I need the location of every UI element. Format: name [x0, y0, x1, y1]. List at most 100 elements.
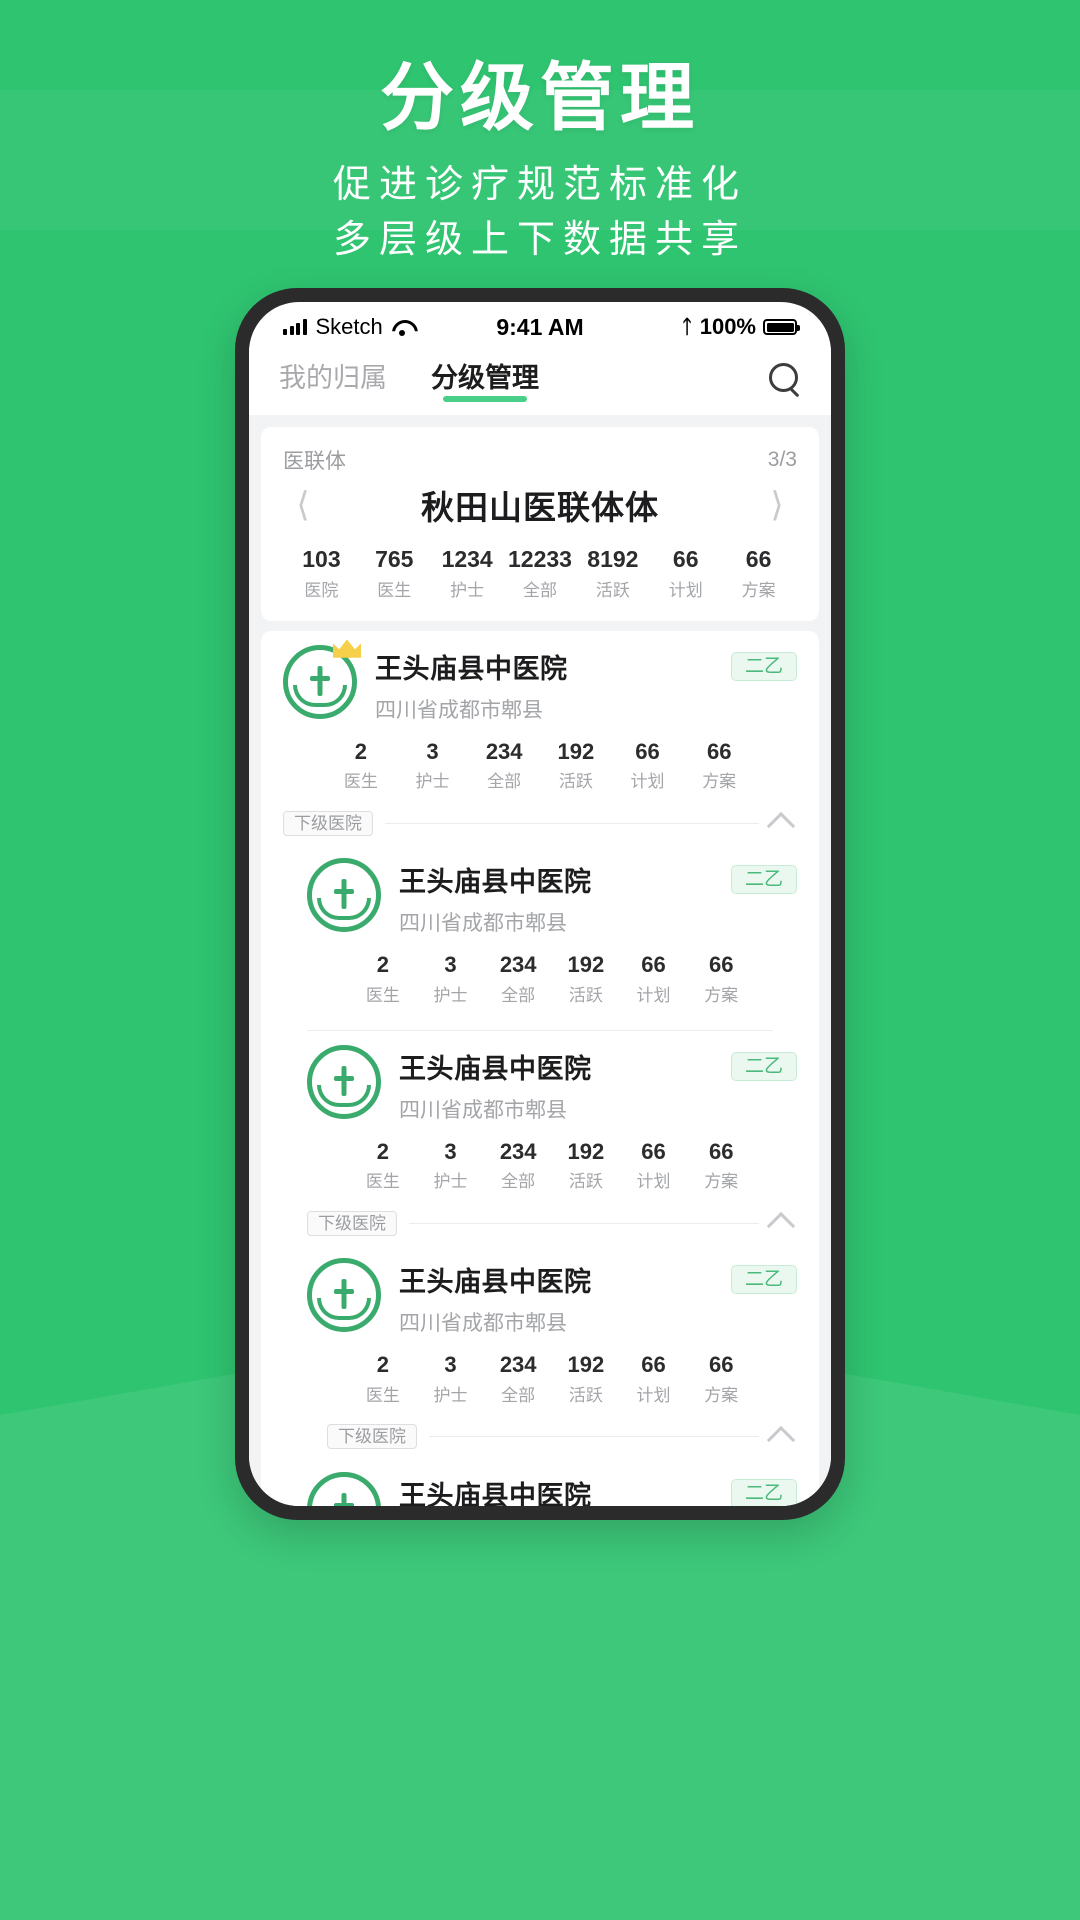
search-icon[interactable]	[769, 362, 801, 395]
chevron-left-icon[interactable]: ⟨	[281, 485, 325, 525]
stat-value: 192	[557, 738, 595, 764]
signal-bars-icon	[283, 319, 307, 335]
stat-item: 66 计划	[612, 738, 684, 793]
stat-value: 66	[708, 952, 734, 978]
stat-item: 3 护士	[417, 1351, 485, 1406]
phone-screen: Sketch 9:41 AM ᛏ 100% 我的归属 分级管理 医联体 3/3	[249, 302, 831, 1506]
stat-item: 3 护士	[397, 738, 469, 793]
stat-item: 3 护士	[417, 951, 485, 1006]
content-scroll-area[interactable]: 医联体 3/3 ⟨ 秋田山医联体体 ⟩ 103 医院 765 医生 1234 护…	[249, 415, 831, 1506]
stat-value: 3	[444, 1352, 457, 1378]
stat-value: 66	[708, 1138, 734, 1164]
logo-cross-icon	[334, 1289, 354, 1295]
stat-label: 方案	[704, 985, 739, 1005]
hospital-info: 王头庙县中医院 二乙 四川省成都市郫县	[381, 1258, 797, 1337]
stat-value: 192	[567, 1352, 605, 1378]
hospital-row[interactable]: 王头庙县中医院 二乙 四川省成都市郫县 2医生 3护士 234全部 192活跃 …	[261, 1031, 819, 1207]
status-badge: 二乙	[730, 1265, 797, 1295]
hospital-name-row: 王头庙县中医院 二乙	[375, 647, 797, 686]
hospital-logo-wrap	[307, 1471, 381, 1506]
chevron-up-icon[interactable]	[766, 812, 796, 841]
promo-subtitle-line-2: 多层级上下数据共享	[332, 219, 747, 262]
hospital-row[interactable]: 王头庙县中医院 二乙 四川省成都市郫县 2医生 3护士 234全部 192活跃 …	[261, 1244, 819, 1420]
hospital-info: 王头庙县中医院 二乙 四川省成都市郫县	[381, 1045, 797, 1124]
sub-hospital-chip: 下级医院	[327, 1424, 417, 1450]
stat-value: 66	[641, 1138, 666, 1164]
chevron-up-icon[interactable]	[766, 1425, 796, 1454]
status-badge: 二乙	[730, 651, 797, 681]
stat-label: 方案	[741, 580, 776, 600]
stat-item: 234 全部	[484, 951, 552, 1006]
alliance-page-counter: 3/3	[767, 448, 797, 471]
page-title: 分级管理	[380, 56, 700, 139]
hospital-logo-icon	[307, 858, 381, 933]
stat-label: 方案	[702, 772, 737, 792]
sub-hospital-separator[interactable]: 下级医院	[261, 1206, 819, 1244]
battery-icon	[763, 319, 800, 335]
stat-item: 66 计划	[620, 1138, 688, 1193]
stat-value: 3	[426, 738, 439, 764]
hospital-name-row: 王头庙县中医院 二乙	[399, 1047, 797, 1086]
status-bar: Sketch 9:41 AM ᛏ 100%	[249, 302, 831, 348]
stat-item: 103 医院	[285, 545, 358, 601]
stat-item: 192 活跃	[552, 951, 620, 1006]
promo-subtitle-line-1: 促进诊疗规范标准化	[332, 163, 747, 206]
crown-icon	[333, 639, 361, 658]
tab-my-affiliation[interactable]: 我的归属	[279, 356, 387, 401]
chevron-right-icon[interactable]: ⟩	[755, 485, 799, 525]
separator-line	[429, 1436, 759, 1438]
stat-label: 计划	[636, 985, 671, 1005]
stat-item: 1234 护士	[431, 545, 504, 601]
hospital-info: 王头庙县中医院 二乙 四川省成都市郫县	[381, 1472, 797, 1506]
stat-item: 66 计划	[620, 951, 688, 1006]
stat-item: 2 医生	[349, 1138, 417, 1193]
stat-value: 192	[567, 1138, 605, 1164]
stat-label: 全部	[501, 1385, 536, 1405]
stat-item: 234 全部	[484, 1351, 552, 1406]
battery-percent-label: 100%	[699, 314, 756, 339]
sub-hospital-separator[interactable]: 下级医院	[261, 1420, 819, 1458]
hospital-row[interactable]: 王头庙县中医院 二乙 四川省成都市郫县 2医生 3护士 234全部 192活跃 …	[261, 844, 819, 1020]
alliance-stats: 103 医院 765 医生 1234 护士 12233 全部 8192 活跃 6…	[261, 535, 819, 621]
sub-hospital-separator[interactable]: 下级医院	[261, 806, 819, 844]
hospital-name-row: 王头庙县中医院 二乙	[399, 860, 797, 899]
hospital-logo-wrap	[307, 1258, 381, 1333]
stat-label: 全部	[501, 985, 536, 1005]
hospital-row[interactable]: 王头庙县中医院 二乙 四川省成都市郫县 2医生 3护士 234全部 192活跃 …	[261, 1458, 819, 1506]
carrier-label: Sketch	[315, 314, 383, 339]
hospital-address: 四川省成都市郫县	[375, 698, 543, 722]
alliance-label: 医联体	[283, 450, 346, 473]
hospital-stats: 2 医生 3 护士 234 全部 192 活跃 66 计划 66 方案	[307, 1124, 797, 1201]
stat-label: 计划	[668, 580, 703, 600]
stat-label: 医生	[377, 580, 412, 600]
tab-tiered-management[interactable]: 分级管理	[431, 356, 539, 402]
chevron-up-icon[interactable]	[766, 1212, 796, 1241]
hospital-stats: 2 医生 3 护士 234 全部 192 活跃 66 计划 66 方案	[283, 724, 797, 801]
hospital-row[interactable]: 王头庙县中医院 二乙 四川省成都市郫县 2医生 3护士 234全部 192活跃 …	[261, 631, 819, 807]
bluetooth-icon: ᛏ	[681, 316, 693, 338]
hospital-header: 王头庙县中医院 二乙 四川省成都市郫县	[307, 858, 797, 937]
logo-cross-icon	[334, 889, 354, 895]
stat-label: 全部	[487, 772, 522, 792]
status-badge: 二乙	[730, 1478, 797, 1506]
hospital-name: 王头庙县中医院	[399, 1267, 592, 1298]
alliance-name: 秋田山医联体体	[421, 489, 659, 526]
hospital-stats: 2 医生 3 护士 234 全部 192 活跃 66 计划 66 方案	[307, 937, 797, 1014]
stat-label: 计划	[630, 772, 665, 792]
stat-label: 方案	[704, 1172, 739, 1192]
stat-value: 8192	[587, 546, 639, 572]
alliance-card: 医联体 3/3 ⟨ 秋田山医联体体 ⟩ 103 医院 765 医生 1234 护…	[261, 427, 819, 621]
stat-label: 护士	[433, 1172, 468, 1192]
stat-value: 2	[354, 738, 367, 764]
stat-item: 8192 活跃	[576, 545, 649, 601]
stat-item: 66 计划	[620, 1351, 688, 1406]
status-badge: 二乙	[730, 865, 797, 895]
stat-label: 医生	[365, 1385, 400, 1405]
hospital-name: 王头庙县中医院	[399, 867, 592, 898]
stat-item: 234 全部	[468, 738, 540, 793]
stat-item: 192 活跃	[552, 1351, 620, 1406]
stat-item: 2 医生	[349, 1351, 417, 1406]
stat-value: 192	[567, 952, 605, 978]
stat-value: 66	[672, 546, 699, 572]
alliance-carousel: ⟨ 秋田山医联体体 ⟩	[261, 477, 819, 535]
